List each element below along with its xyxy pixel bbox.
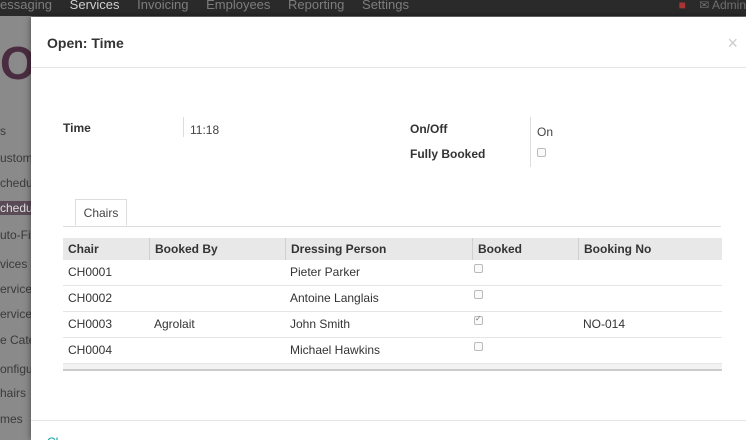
onoff-field[interactable]: On: [537, 125, 553, 139]
menu-item[interactable]: Settings: [362, 0, 409, 12]
cell-dressing-person: Antoine Langlais: [290, 291, 379, 305]
cell-dressing-person: Pieter Parker: [290, 265, 361, 279]
cell-dressing-person: John Smith: [290, 317, 351, 331]
dialog-footer: Cl: [31, 420, 746, 440]
column-header-dressing-person[interactable]: Dressing Person: [285, 238, 472, 260]
menu-item[interactable]: Employees: [206, 0, 270, 12]
background-top-menu: essaging Services Invoicing Employees Re…: [0, 0, 746, 16]
table-header: Chair Booked By Dressing Person Booked B…: [63, 238, 722, 260]
sidebar-item[interactable]: mes: [0, 412, 23, 426]
cell-booked-by: [149, 286, 154, 312]
cell-booked-by: [149, 260, 154, 286]
sidebar-item[interactable]: ervice: [0, 307, 32, 321]
cell-booking-no: [578, 260, 583, 286]
sidebar-item[interactable]: hairs: [0, 386, 26, 400]
sidebar-item[interactable]: vices: [0, 257, 27, 271]
cell-chair: CH0001: [68, 265, 113, 279]
tab-chairs[interactable]: Chairs: [75, 199, 127, 226]
field-divider: [530, 117, 531, 167]
table-row[interactable]: CH0004 Michael Hawkins: [63, 338, 722, 364]
field-divider: [183, 117, 184, 137]
menu-item-services[interactable]: Services: [70, 0, 120, 12]
table-row[interactable]: CH0003 Agrolait John Smith NO-014: [63, 312, 722, 338]
chairs-table: Chair Booked By Dressing Person Booked B…: [63, 238, 722, 371]
cell-booking-no: NO-014: [583, 317, 626, 331]
booked-checkbox: [474, 264, 483, 273]
booked-checkbox: [474, 314, 483, 325]
top-menu-items: essaging Services Invoicing Employees Re…: [0, 0, 423, 12]
user-area: ■ ✉ Admin: [679, 0, 746, 12]
menu-item[interactable]: Invoicing: [137, 0, 188, 12]
fully-booked-checkbox[interactable]: [537, 148, 546, 157]
notification-icon[interactable]: ■: [679, 0, 686, 12]
cell-chair: CH0003: [68, 317, 113, 331]
dialog-header: Open: Time ×: [31, 17, 746, 68]
close-button[interactable]: Cl: [47, 435, 58, 440]
time-field[interactable]: 11:18: [190, 123, 219, 137]
close-icon[interactable]: ×: [727, 33, 738, 54]
cell-booked-by: [149, 338, 154, 364]
cell-dressing-person: Michael Hawkins: [290, 343, 381, 357]
booked-checkbox: [474, 290, 483, 299]
column-header-chair[interactable]: Chair: [63, 238, 149, 260]
dialog-title: Open: Time: [47, 35, 124, 51]
cell-chair: CH0002: [68, 291, 113, 305]
cell-chair: CH0004: [68, 343, 113, 357]
column-header-booked[interactable]: Booked: [472, 238, 578, 260]
cell-booked-by: Agrolait: [154, 317, 195, 331]
cell-booking-no: [578, 338, 583, 364]
notebook-tabs: Chairs: [63, 182, 721, 227]
user-name[interactable]: Admin: [712, 0, 746, 12]
onoff-label: On/Off: [410, 122, 448, 136]
menu-item[interactable]: Reporting: [288, 0, 344, 12]
cell-booking-no: [578, 286, 583, 312]
open-time-dialog: Open: Time × Time 11:18 On/Off On Fully …: [31, 17, 746, 440]
chat-icon[interactable]: ✉: [699, 0, 709, 12]
menu-item[interactable]: essaging: [0, 0, 52, 12]
sidebar-item[interactable]: s: [0, 124, 6, 138]
table-footer: [63, 364, 722, 371]
sidebar-item[interactable]: chedul: [0, 201, 35, 215]
sidebar-item[interactable]: uto-Fil: [0, 228, 33, 242]
booked-checkbox: [474, 342, 483, 351]
table-row[interactable]: CH0001 Pieter Parker: [63, 260, 722, 286]
column-header-booked-by[interactable]: Booked By: [149, 238, 285, 260]
column-header-booking-no[interactable]: Booking No: [578, 238, 722, 260]
time-label: Time: [63, 121, 91, 135]
sidebar-item[interactable]: ustom: [0, 151, 33, 165]
fully-booked-label: Fully Booked: [410, 147, 486, 161]
table-row[interactable]: CH0002 Antoine Langlais: [63, 286, 722, 312]
